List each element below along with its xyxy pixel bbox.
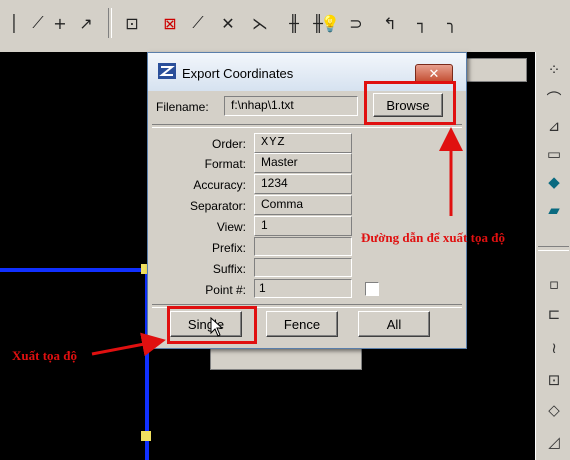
browse-annotation: Đường dẫn để xuất tọa độ	[361, 230, 505, 245]
single-arrow	[91, 332, 166, 357]
single-annotation: Xuất tọa độ	[12, 348, 78, 363]
